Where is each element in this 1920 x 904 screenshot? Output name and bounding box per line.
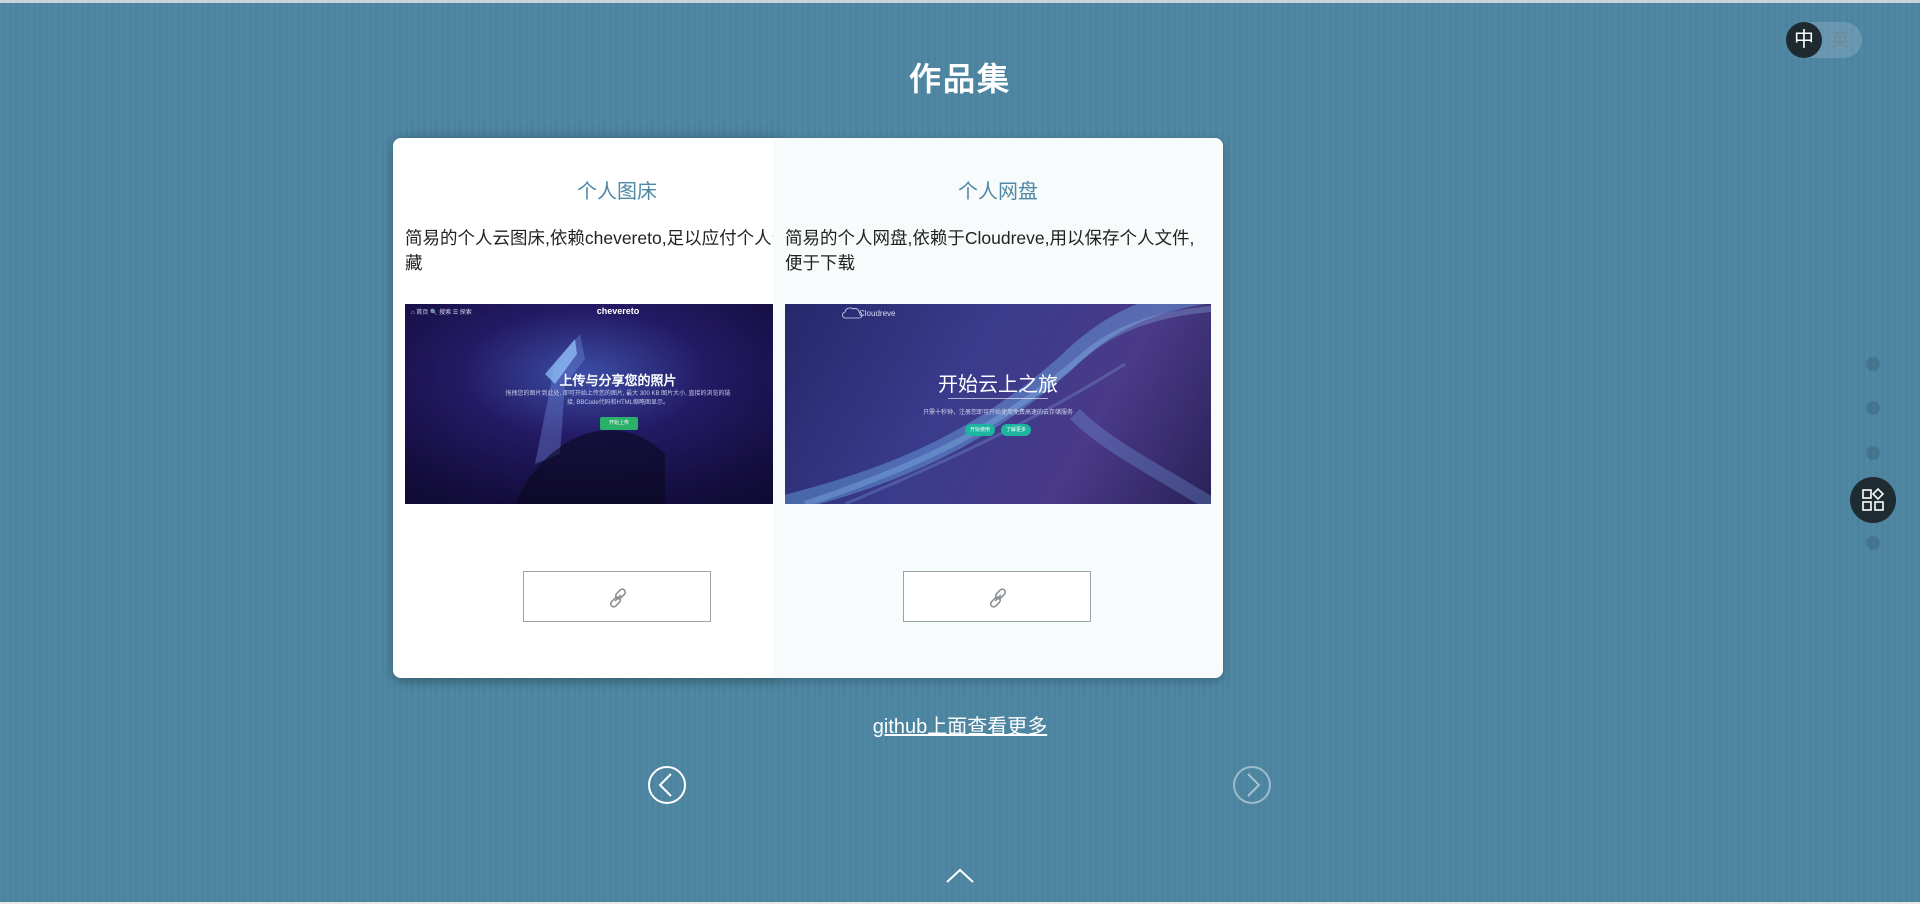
carousel-prev-button[interactable] [648,766,686,804]
screenshot-button-more: 了解更多 [1001,424,1031,436]
section-dot[interactable] [1866,446,1880,460]
card-description: 简易的个人网盘,依赖于Cloudreve,用以保存个人文件,便于下载 [785,228,1195,273]
apps-icon [1862,488,1885,511]
project-card-cloud-drive: 个人网盘 简易的个人网盘,依赖于Cloudreve,用以保存个人文件,便于下载 … [773,138,1223,678]
project-screenshot: Cloudreve 开始云上之旅 只需十秒钟，注册您即可开始使用免费高速的云存储… [785,304,1211,504]
language-toggle[interactable]: 中 英 [1786,22,1862,58]
lang-english-button[interactable]: 英 [1822,22,1858,58]
link-icon [989,588,1007,608]
project-link-button[interactable] [903,571,1091,622]
link-icon [609,588,627,608]
screenshot-button-start: 开始使用 [965,424,995,436]
card-title: 个人网盘 [958,181,1038,203]
page-title: 作品集 [908,61,1011,97]
lang-chinese-button[interactable]: 中 [1786,22,1822,58]
project-screenshot: ⌂ 首页 🔍 搜索 ☰ 探索 chevereto 上传与分享您的照片 拖拽您的图… [405,304,773,504]
chevron-up-icon [946,868,974,883]
project-link-button[interactable] [523,571,711,622]
screenshot-subtext: 只需十秒钟，注册您即可开始使用免费高速的云存储服务 [922,410,1073,416]
screenshot-logo: Cloudreve [859,309,896,318]
screenshot-heading: 开始云上之旅 [938,374,1058,396]
section-nav-active[interactable] [1850,477,1896,523]
screenshot-heading: 上传与分享您的照片 [559,373,677,388]
screenshot-subtext: 拖拽您的图片到此处, 即可开始上传您的图片, 最大 300 KB 图片大小, 直… [505,391,731,406]
chevron-left-icon [658,773,672,797]
screenshot-button: 开始上传 [600,417,638,430]
section-dot[interactable] [1866,401,1880,415]
chevron-right-icon [1247,773,1261,797]
project-card-image-host: 个人图床 简易的个人云图床,依赖chevereto,足以应付个人分类收藏 ⌂ 首… [393,138,773,678]
section-dot[interactable] [1866,536,1880,550]
screenshot-brand: chevereto [596,306,640,316]
carousel-next-button[interactable] [1233,766,1271,804]
card-description: 简易的个人云图床,依赖chevereto,足以应付个人分类收藏 [405,228,773,273]
scroll-top-button[interactable] [945,866,975,884]
github-more-link[interactable]: github上面查看更多 [0,710,1920,739]
screenshot-divider [948,398,1048,399]
card-title: 个人图床 [577,181,657,203]
section-dot[interactable] [1866,357,1880,371]
top-border [0,0,1920,3]
screenshot-art [785,304,1211,504]
